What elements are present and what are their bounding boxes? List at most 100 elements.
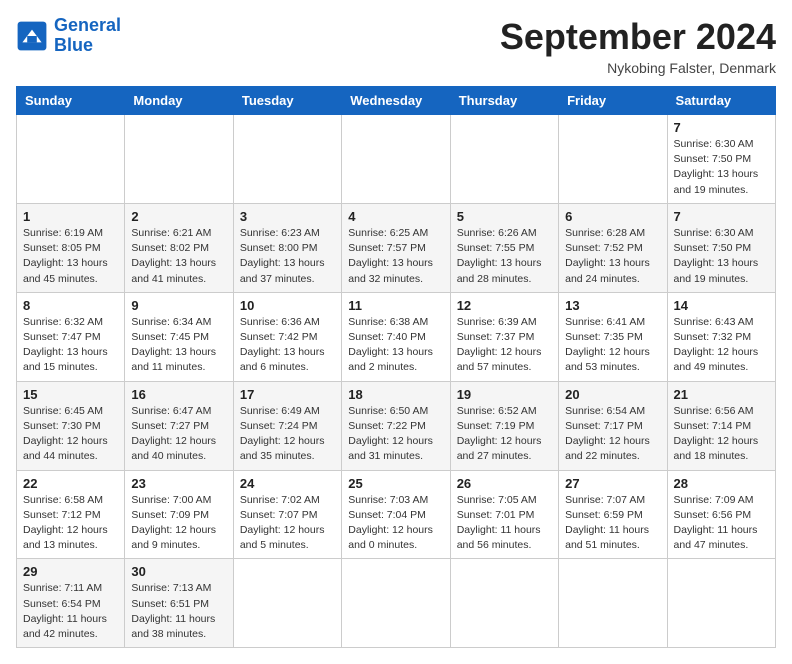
cell-info: Sunrise: 6:30 AMSunset: 7:50 PMDaylight:… <box>674 137 769 198</box>
calendar-cell <box>559 115 667 204</box>
day-number: 29 <box>23 564 118 579</box>
day-number: 9 <box>131 298 226 313</box>
calendar-cell: 3Sunrise: 6:23 AMSunset: 8:00 PMDaylight… <box>233 203 341 292</box>
day-number: 6 <box>565 209 660 224</box>
calendar-week-3: 15 Sunrise: 6:45 AMSunset: 7:30 PMDayligh… <box>17 381 776 470</box>
calendar-cell: 10Sunrise: 6:36 AMSunset: 7:42 PMDayligh… <box>233 292 341 381</box>
calendar-cell <box>342 115 450 204</box>
cell-info: Sunrise: 6:47 AMSunset: 7:27 PMDaylight:… <box>131 404 226 465</box>
calendar-cell: 24Sunrise: 7:02 AMSunset: 7:07 PMDayligh… <box>233 470 341 559</box>
header-cell-monday: Monday <box>125 87 233 115</box>
cell-info: Sunrise: 7:07 AMSunset: 6:59 PMDaylight:… <box>565 493 660 554</box>
calendar-cell: 27 Sunrise: 7:07 AMSunset: 6:59 PMDayligh… <box>559 470 667 559</box>
calendar-cell <box>233 559 341 648</box>
calendar-cell: 21 Sunrise: 6:56 AMSunset: 7:14 PMDayligh… <box>667 381 775 470</box>
day-number: 14 <box>674 298 769 313</box>
day-number: 15 <box>23 387 118 402</box>
header-cell-tuesday: Tuesday <box>233 87 341 115</box>
header-cell-sunday: Sunday <box>17 87 125 115</box>
day-number: 18 <box>348 387 443 402</box>
cell-info: Sunrise: 6:39 AMSunset: 7:37 PMDaylight:… <box>457 315 552 376</box>
cell-info: Sunrise: 6:23 AMSunset: 8:00 PMDaylight:… <box>240 226 335 287</box>
cell-info: Sunrise: 6:45 AMSunset: 7:30 PMDaylight:… <box>23 404 118 465</box>
day-number: 7 <box>674 120 769 135</box>
day-number: 23 <box>131 476 226 491</box>
day-number: 1 <box>23 209 118 224</box>
calendar-cell <box>450 115 558 204</box>
calendar-cell: 18 Sunrise: 6:50 AMSunset: 7:22 PMDayligh… <box>342 381 450 470</box>
calendar-week-0: 7 Sunrise: 6:30 AMSunset: 7:50 PMDaylight… <box>17 115 776 204</box>
calendar-cell: 8 Sunrise: 6:32 AMSunset: 7:47 PMDaylight… <box>17 292 125 381</box>
cell-info: Sunrise: 6:56 AMSunset: 7:14 PMDaylight:… <box>674 404 769 465</box>
calendar-cell: 1 Sunrise: 6:19 AMSunset: 8:05 PMDaylight… <box>17 203 125 292</box>
cell-info: Sunrise: 6:50 AMSunset: 7:22 PMDaylight:… <box>348 404 443 465</box>
cell-info: Sunrise: 6:25 AMSunset: 7:57 PMDaylight:… <box>348 226 443 287</box>
cell-info: Sunrise: 6:38 AMSunset: 7:40 PMDaylight:… <box>348 315 443 376</box>
cell-info: Sunrise: 6:21 AMSunset: 8:02 PMDaylight:… <box>131 226 226 287</box>
header-cell-wednesday: Wednesday <box>342 87 450 115</box>
cell-info: Sunrise: 7:03 AMSunset: 7:04 PMDaylight:… <box>348 493 443 554</box>
day-number: 4 <box>348 209 443 224</box>
day-number: 5 <box>457 209 552 224</box>
calendar-cell: 4 Sunrise: 6:25 AMSunset: 7:57 PMDaylight… <box>342 203 450 292</box>
header-cell-thursday: Thursday <box>450 87 558 115</box>
calendar-cell: 25 Sunrise: 7:03 AMSunset: 7:04 PMDayligh… <box>342 470 450 559</box>
calendar-cell: 13 Sunrise: 6:41 AMSunset: 7:35 PMDayligh… <box>559 292 667 381</box>
calendar-table: SundayMondayTuesdayWednesdayThursdayFrid… <box>16 86 776 648</box>
calendar-cell: 16 Sunrise: 6:47 AMSunset: 7:27 PMDayligh… <box>125 381 233 470</box>
cell-info: Sunrise: 6:54 AMSunset: 7:17 PMDaylight:… <box>565 404 660 465</box>
calendar-cell: 20Sunrise: 6:54 AMSunset: 7:17 PMDayligh… <box>559 381 667 470</box>
calendar-body: 7 Sunrise: 6:30 AMSunset: 7:50 PMDaylight… <box>17 115 776 648</box>
calendar-cell: 30Sunrise: 7:13 AMSunset: 6:51 PMDayligh… <box>125 559 233 648</box>
day-number: 16 <box>131 387 226 402</box>
page-header: General Blue September 2024 Nykobing Fal… <box>16 16 776 76</box>
day-number: 8 <box>23 298 118 313</box>
calendar-cell: 15 Sunrise: 6:45 AMSunset: 7:30 PMDayligh… <box>17 381 125 470</box>
calendar-cell <box>342 559 450 648</box>
header-cell-friday: Friday <box>559 87 667 115</box>
cell-info: Sunrise: 6:26 AMSunset: 7:55 PMDaylight:… <box>457 226 552 287</box>
day-number: 28 <box>674 476 769 491</box>
calendar-cell: 29Sunrise: 7:11 AMSunset: 6:54 PMDayligh… <box>17 559 125 648</box>
cell-info: Sunrise: 6:30 AMSunset: 7:50 PMDaylight:… <box>674 226 769 287</box>
day-number: 30 <box>131 564 226 579</box>
cell-info: Sunrise: 6:58 AMSunset: 7:12 PMDaylight:… <box>23 493 118 554</box>
calendar-cell: 26Sunrise: 7:05 AMSunset: 7:01 PMDayligh… <box>450 470 558 559</box>
day-number: 21 <box>674 387 769 402</box>
header-cell-saturday: Saturday <box>667 87 775 115</box>
cell-info: Sunrise: 6:34 AMSunset: 7:45 PMDaylight:… <box>131 315 226 376</box>
cell-info: Sunrise: 6:19 AMSunset: 8:05 PMDaylight:… <box>23 226 118 287</box>
logo-line1: General <box>54 15 121 35</box>
cell-info: Sunrise: 7:02 AMSunset: 7:07 PMDaylight:… <box>240 493 335 554</box>
day-number: 12 <box>457 298 552 313</box>
cell-info: Sunrise: 7:05 AMSunset: 7:01 PMDaylight:… <box>457 493 552 554</box>
title-area: September 2024 Nykobing Falster, Denmark <box>500 16 776 76</box>
cell-info: Sunrise: 6:28 AMSunset: 7:52 PMDaylight:… <box>565 226 660 287</box>
day-number: 25 <box>348 476 443 491</box>
header-row: SundayMondayTuesdayWednesdayThursdayFrid… <box>17 87 776 115</box>
calendar-cell: 22Sunrise: 6:58 AMSunset: 7:12 PMDayligh… <box>17 470 125 559</box>
logo-icon <box>16 20 48 52</box>
logo-line2: Blue <box>54 35 93 55</box>
calendar-week-2: 8 Sunrise: 6:32 AMSunset: 7:47 PMDaylight… <box>17 292 776 381</box>
day-number: 11 <box>348 298 443 313</box>
calendar-week-4: 22Sunrise: 6:58 AMSunset: 7:12 PMDayligh… <box>17 470 776 559</box>
cell-info: Sunrise: 6:52 AMSunset: 7:19 PMDaylight:… <box>457 404 552 465</box>
calendar-cell: 7Sunrise: 6:30 AMSunset: 7:50 PMDaylight… <box>667 203 775 292</box>
calendar-cell: 19 Sunrise: 6:52 AMSunset: 7:19 PMDayligh… <box>450 381 558 470</box>
day-number: 17 <box>240 387 335 402</box>
day-number: 13 <box>565 298 660 313</box>
calendar-cell: 2 Sunrise: 6:21 AMSunset: 8:02 PMDaylight… <box>125 203 233 292</box>
calendar-cell <box>17 115 125 204</box>
day-number: 27 <box>565 476 660 491</box>
day-number: 19 <box>457 387 552 402</box>
cell-info: Sunrise: 6:41 AMSunset: 7:35 PMDaylight:… <box>565 315 660 376</box>
calendar-cell: 6 Sunrise: 6:28 AMSunset: 7:52 PMDaylight… <box>559 203 667 292</box>
calendar-week-1: 1 Sunrise: 6:19 AMSunset: 8:05 PMDaylight… <box>17 203 776 292</box>
day-number: 2 <box>131 209 226 224</box>
calendar-cell <box>559 559 667 648</box>
calendar-cell: 12 Sunrise: 6:39 AMSunset: 7:37 PMDayligh… <box>450 292 558 381</box>
month-title: September 2024 <box>500 16 776 58</box>
cell-info: Sunrise: 6:49 AMSunset: 7:24 PMDaylight:… <box>240 404 335 465</box>
cell-info: Sunrise: 6:32 AMSunset: 7:47 PMDaylight:… <box>23 315 118 376</box>
